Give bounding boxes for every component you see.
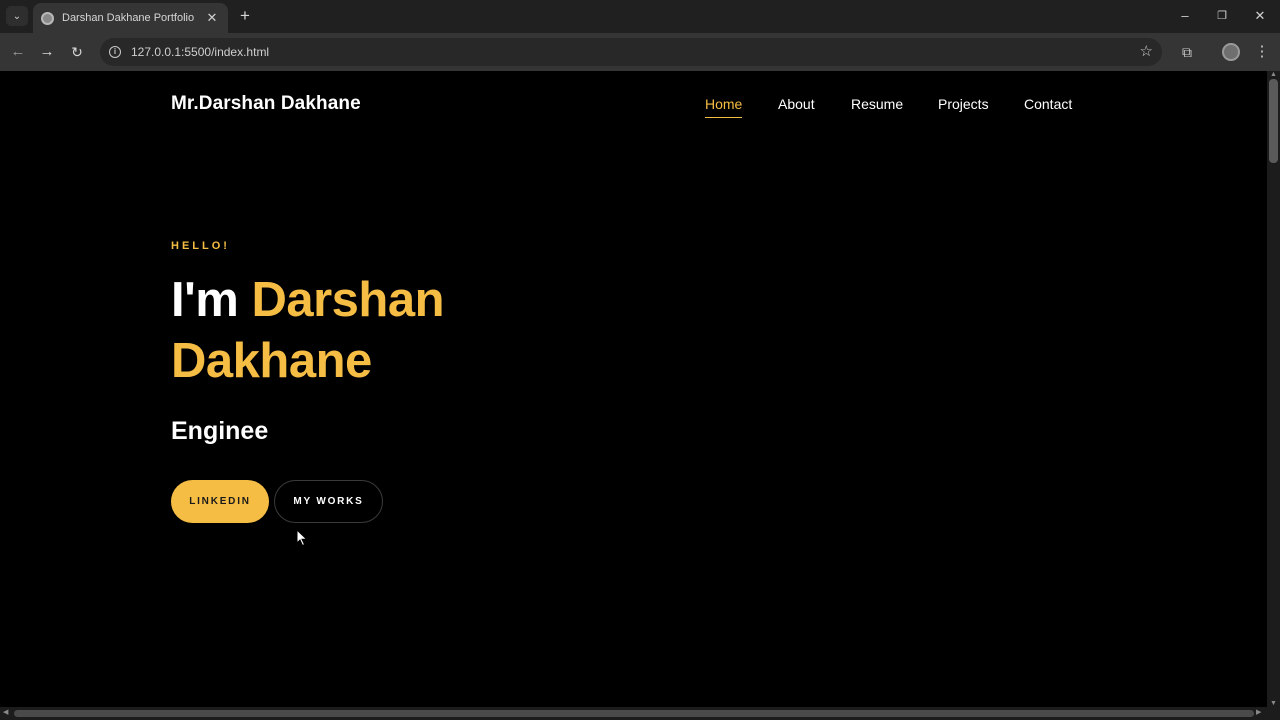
menu-kebab-icon[interactable]: ⋮ [1252, 42, 1272, 62]
profile-avatar-icon[interactable] [1222, 43, 1240, 61]
my-works-button[interactable]: MY WORKS [274, 480, 383, 523]
hero-greeting: HELLO! [171, 240, 230, 252]
hero-title: I'm Darshan Dakhane [171, 270, 445, 392]
extensions-icon[interactable]: ⧉ [1177, 42, 1197, 62]
horizontal-scrollbar[interactable]: ◀ ▶ [0, 707, 1280, 720]
hero-role-typed: Enginee [171, 417, 269, 445]
scroll-left-icon[interactable]: ◀ [3, 708, 8, 716]
url-text[interactable]: 127.0.0.1:5500/index.html [131, 45, 269, 59]
site-info-icon[interactable]: i [109, 46, 121, 58]
hero-name-last: Dakhane [171, 334, 372, 388]
browser-tab[interactable]: Darshan Dakhane Portfolio ✕ [33, 3, 228, 33]
close-icon[interactable]: ✕ [204, 10, 220, 26]
vertical-scrollbar[interactable]: ▲ ▼ [1267, 71, 1280, 707]
horizontal-scroll-thumb[interactable] [14, 710, 1254, 717]
vertical-scroll-thumb[interactable] [1269, 79, 1278, 163]
window-close-icon[interactable]: ✕ [1250, 7, 1270, 25]
nav-resume[interactable]: Resume [851, 96, 903, 117]
nav-projects[interactable]: Projects [938, 96, 989, 117]
scroll-right-icon[interactable]: ▶ [1256, 708, 1261, 716]
address-bar[interactable]: i 127.0.0.1:5500/index.html ☆ [100, 38, 1162, 66]
browser-toolbar: ← → ↻ i 127.0.0.1:5500/index.html ☆ ⧉ ⋮ [0, 33, 1280, 71]
back-icon[interactable]: ← [8, 42, 28, 62]
scroll-up-icon[interactable]: ▲ [1267, 71, 1280, 78]
browser-tabstrip: ⌄ Darshan Dakhane Portfolio ✕ + – ❐ ✕ [0, 0, 1280, 33]
linkedin-button[interactable]: LINKEDIN [171, 480, 269, 523]
tab-search-icon[interactable]: ⌄ [6, 6, 28, 26]
scroll-down-icon[interactable]: ▼ [1267, 700, 1280, 707]
site-logo[interactable]: Mr.Darshan Dakhane [171, 93, 361, 115]
forward-icon[interactable]: → [37, 42, 57, 62]
tab-title: Darshan Dakhane Portfolio [62, 12, 195, 24]
hero-name-first: Darshan [251, 273, 445, 327]
new-tab-icon[interactable]: + [235, 6, 255, 26]
bookmark-star-icon[interactable]: ☆ [1140, 42, 1153, 60]
hero-title-prefix: I'm [171, 273, 252, 327]
restore-icon[interactable]: ❐ [1212, 7, 1232, 25]
minimize-icon[interactable]: – [1175, 7, 1195, 25]
nav-contact[interactable]: Contact [1024, 96, 1072, 117]
mouse-cursor-icon [296, 529, 308, 547]
reload-icon[interactable]: ↻ [67, 42, 87, 62]
page-viewport: Mr.Darshan Dakhane Home About Resume Pro… [0, 71, 1267, 707]
nav-about[interactable]: About [778, 96, 815, 117]
favicon-icon [41, 11, 54, 25]
nav-home[interactable]: Home [705, 96, 743, 118]
